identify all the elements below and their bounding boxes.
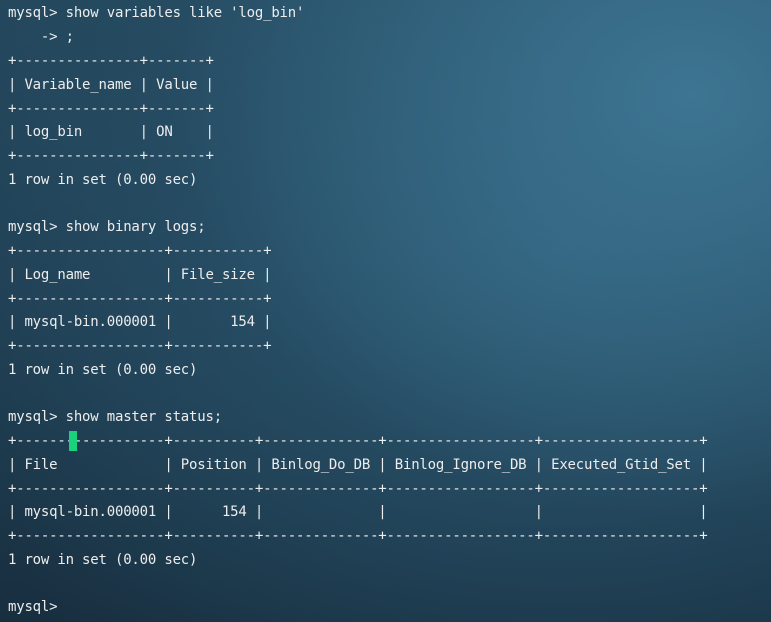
- command-show-master-status: mysql> show master status;: [8, 409, 222, 425]
- command-show-binary-logs: mysql> show binary logs;: [8, 219, 206, 235]
- table-row: | log_bin | ON |: [8, 124, 214, 140]
- table-border: +------------------+----------+---------…: [8, 528, 708, 544]
- result-summary: 1 row in set (0.00 sec): [8, 362, 198, 378]
- table-row: | mysql-bin.000001 | 154 | | | |: [8, 504, 708, 520]
- text-cursor: [69, 431, 77, 451]
- command-continuation: -> ;: [8, 29, 74, 45]
- table-border: +------------------+----------+---------…: [8, 433, 708, 449]
- table-border: +---------------+-------+: [8, 101, 214, 117]
- table-border: +---------------+-------+: [8, 53, 214, 69]
- table-border: +------------------+-----------+: [8, 291, 272, 307]
- table-header: | File | Position | Binlog_Do_DB | Binlo…: [8, 457, 708, 473]
- table-row: | mysql-bin.000001 | 154 |: [8, 314, 272, 330]
- terminal-window[interactable]: mysql> show variables like 'log_bin' -> …: [0, 0, 771, 622]
- command-show-variables: mysql> show variables like 'log_bin': [8, 5, 305, 21]
- table-border: +------------------+-----------+: [8, 243, 272, 259]
- result-summary: 1 row in set (0.00 sec): [8, 172, 198, 188]
- table-border: +------------------+-----------+: [8, 338, 272, 354]
- result-summary: 1 row in set (0.00 sec): [8, 552, 198, 568]
- table-border: +------------------+----------+---------…: [8, 481, 708, 497]
- table-border: +---------------+-------+: [8, 148, 214, 164]
- prompt[interactable]: mysql>: [8, 597, 58, 617]
- table-header: | Variable_name | Value |: [8, 77, 214, 93]
- table-header: | Log_name | File_size |: [8, 267, 272, 283]
